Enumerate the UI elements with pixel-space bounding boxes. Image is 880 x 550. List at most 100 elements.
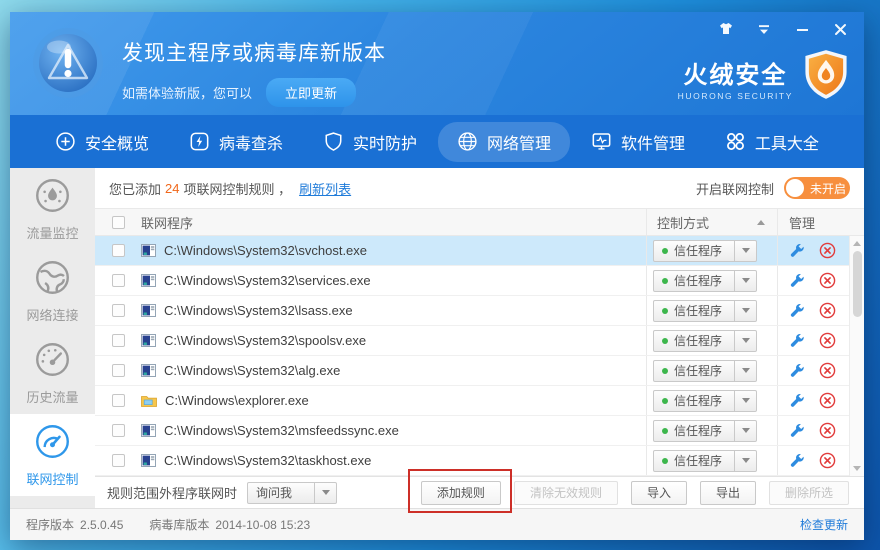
control-mode-text: 信任程序 <box>674 242 722 259</box>
row-checkbox[interactable] <box>112 454 125 467</box>
edit-rule-wrench-icon[interactable] <box>789 333 805 349</box>
table-row[interactable]: C:\Windows\System32\msfeedssync.exe 信任程序 <box>95 416 864 446</box>
action-button[interactable]: 导入 <box>631 481 687 505</box>
sidebar-item-net-control[interactable]: 联网控制 <box>10 414 95 496</box>
table-row[interactable]: C:\Windows\System32\spoolsv.exe 信任程序 <box>95 326 864 356</box>
close-icon[interactable] <box>832 21 848 37</box>
row-checkbox[interactable] <box>112 244 125 257</box>
row-checkbox-cell <box>95 394 141 407</box>
scroll-thumb[interactable] <box>853 251 862 317</box>
delete-rule-icon[interactable] <box>819 362 836 379</box>
nav-tab-software-manage[interactable]: 软件管理 <box>572 122 704 162</box>
refresh-list-link[interactable]: 刷新列表 <box>299 179 351 198</box>
edit-rule-wrench-icon[interactable] <box>789 363 805 379</box>
add-rule-button[interactable]: 添加规则 <box>421 481 501 505</box>
edit-rule-wrench-icon[interactable] <box>789 393 805 409</box>
chevron-down-icon[interactable] <box>734 271 756 291</box>
column-program: 联网程序 <box>141 213 646 232</box>
delete-rule-icon[interactable] <box>819 332 836 349</box>
control-mode-dropdown[interactable]: 信任程序 <box>653 360 757 382</box>
column-control: 控制方式 <box>646 209 777 235</box>
chevron-glyph <box>742 278 750 283</box>
control-mode-dropdown[interactable]: 信任程序 <box>653 330 757 352</box>
chevron-down-icon[interactable] <box>734 331 756 351</box>
skin-icon[interactable] <box>718 21 734 37</box>
table-row[interactable]: C:\Windows\System32\lsass.exe信任程序 <box>95 296 864 326</box>
action-button-wrap: 导出 <box>700 481 756 505</box>
delete-rule-icon[interactable] <box>819 272 836 289</box>
row-checkbox[interactable] <box>112 424 125 437</box>
control-mode-dropdown[interactable]: 信任程序 <box>653 390 757 412</box>
edit-rule-wrench-icon[interactable] <box>789 453 805 469</box>
delete-rule-icon[interactable] <box>819 422 836 439</box>
program-path: C:\Windows\System32\spoolsv.exe <box>164 333 366 348</box>
chevron-down-icon[interactable] <box>734 451 756 471</box>
delete-rule-icon[interactable] <box>819 392 836 409</box>
row-checkbox[interactable] <box>112 394 125 407</box>
realtime-protect-icon <box>323 131 344 152</box>
sidebar-item-traffic-monitor[interactable]: 流量监控 <box>10 168 95 250</box>
row-checkbox-cell <box>95 364 141 377</box>
chevron-down-icon[interactable] <box>734 421 756 441</box>
table-row[interactable]: C:\Windows\System32\svchost.exe信任程序 <box>95 236 864 266</box>
control-mode-dropdown[interactable]: 信任程序 <box>653 300 757 322</box>
nav-tab-network-manage[interactable]: 网络管理 <box>438 122 570 162</box>
net-control-toggle[interactable]: 未开启 <box>784 177 850 199</box>
check-update-link[interactable]: 检查更新 <box>800 516 848 533</box>
program-path: C:\Windows\System32\msfeedssync.exe <box>164 423 399 438</box>
exe-file-icon <box>141 334 156 347</box>
brand-subtitle: HUORONG SECURITY <box>678 91 793 101</box>
row-checkbox[interactable] <box>112 304 125 317</box>
summary-row: 您已添加 24 项联网控制规则 ， 刷新列表 开启联网控制 未开启 <box>95 168 864 208</box>
nav-tab-tools-grid[interactable]: 工具大全 <box>706 122 838 162</box>
nav-tab-label: 安全概览 <box>85 130 149 154</box>
nav-tab-realtime-protect[interactable]: 实时防护 <box>304 122 436 162</box>
control-mode-value: 信任程序 <box>654 422 734 439</box>
nav-tab-virus-scan[interactable]: 病毒查杀 <box>170 122 302 162</box>
chevron-down-icon[interactable] <box>314 483 336 503</box>
control-mode-dropdown[interactable]: 信任程序 <box>653 420 757 442</box>
row-checkbox[interactable] <box>112 274 125 287</box>
row-checkbox[interactable] <box>112 364 125 377</box>
scroll-down-icon[interactable] <box>853 466 861 471</box>
row-checkbox[interactable] <box>112 334 125 347</box>
main-menu-icon[interactable] <box>756 21 772 37</box>
sidebar-item-history-traffic[interactable]: 历史流量 <box>10 332 95 414</box>
select-all-checkbox[interactable] <box>112 216 125 229</box>
summary-suffix: 项联网控制规则 ， <box>183 179 291 198</box>
chevron-down-icon[interactable] <box>734 301 756 321</box>
nav-tab-label: 软件管理 <box>621 130 685 154</box>
nav-tab-overview[interactable]: 安全概览 <box>36 122 168 162</box>
action-button[interactable]: 导出 <box>700 481 756 505</box>
edit-rule-wrench-icon[interactable] <box>789 303 805 319</box>
edit-rule-wrench-icon[interactable] <box>789 243 805 259</box>
table-row[interactable]: C:\Windows\explorer.exe信任程序 <box>95 386 864 416</box>
delete-rule-icon[interactable] <box>819 242 836 259</box>
sort-arrow-icon[interactable] <box>757 220 765 225</box>
minimize-icon[interactable] <box>794 21 810 37</box>
delete-rule-icon[interactable] <box>819 302 836 319</box>
edit-rule-wrench-icon[interactable] <box>789 273 805 289</box>
chevron-down-icon[interactable] <box>734 361 756 381</box>
chevron-down-icon[interactable] <box>734 391 756 411</box>
control-mode-dropdown[interactable]: 信任程序 <box>653 450 757 472</box>
table-row[interactable]: C:\Windows\System32\alg.exe信任程序 <box>95 356 864 386</box>
app-window: 发现主程序或病毒库新版本 如需体验新版，您可以 立即更新 火绒安全 HUORON… <box>10 12 864 540</box>
column-manage: 管理 <box>777 209 849 235</box>
chevron-down-icon[interactable] <box>734 241 756 261</box>
table-row[interactable]: C:\Windows\System32\services.exe信任程序 <box>95 266 864 296</box>
table-scrollbar[interactable] <box>849 236 864 476</box>
control-mode-dropdown[interactable]: 信任程序 <box>653 270 757 292</box>
control-mode-text: 信任程序 <box>674 302 722 319</box>
sidebar-item-net-connections[interactable]: 网络连接 <box>10 250 95 332</box>
program-path: C:\Windows\System32\taskhost.exe <box>164 453 371 468</box>
main-nav: 安全概览病毒查杀实时防护网络管理 软件管理工具大全 <box>10 115 864 168</box>
update-now-button[interactable]: 立即更新 <box>266 78 356 107</box>
delete-rule-icon[interactable] <box>819 452 836 469</box>
out-of-rule-dropdown[interactable]: 询问我 <box>247 482 337 504</box>
table-row[interactable]: C:\Windows\System32\taskhost.exe 信任程序 <box>95 446 864 476</box>
edit-rule-wrench-icon[interactable] <box>789 423 805 439</box>
control-mode-dropdown[interactable]: 信任程序 <box>653 240 757 262</box>
program-cell: C:\Windows\System32\spoolsv.exe <box>141 333 646 348</box>
scroll-up-icon[interactable] <box>853 241 861 246</box>
